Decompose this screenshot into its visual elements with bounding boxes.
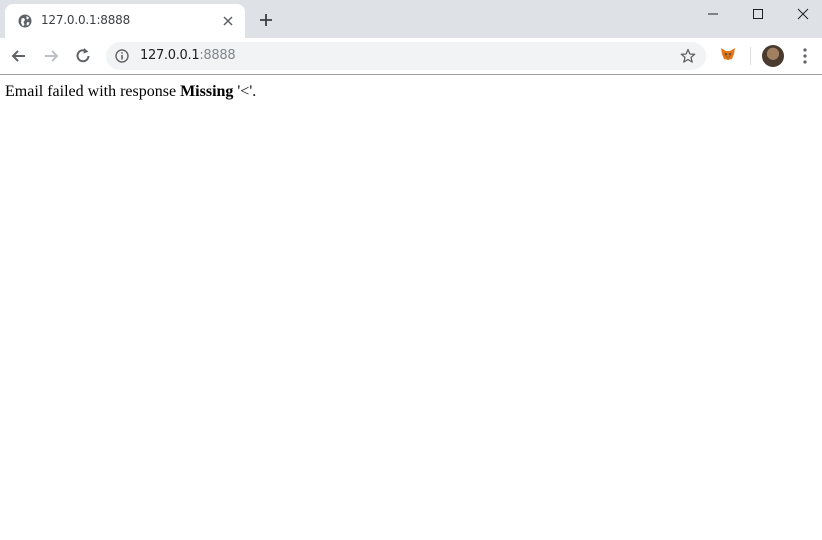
maximize-button[interactable] — [735, 0, 781, 30]
message-prefix: Email failed with response — [5, 83, 181, 100]
toolbar-separator — [750, 47, 751, 65]
url-port: :8888 — [199, 48, 236, 63]
back-arrow-icon[interactable] — [9, 46, 29, 66]
message-suffix: '<'. — [233, 83, 257, 100]
toolbar: 127.0.0.1:8888 — [0, 38, 822, 74]
close-window-button[interactable] — [780, 0, 822, 30]
page-message: Email failed with response Missing '<'. — [5, 83, 256, 101]
address-bar[interactable]: 127.0.0.1:8888 — [106, 42, 706, 70]
tab-title: 127.0.0.1:8888 — [41, 13, 131, 27]
new-tab-plus-icon[interactable] — [258, 12, 274, 28]
close-tab-icon[interactable] — [221, 14, 235, 28]
tab-strip: 127.0.0.1:8888 — [0, 0, 822, 38]
reload-icon[interactable] — [73, 46, 93, 66]
globe-icon — [18, 14, 32, 28]
close-window-icon — [797, 8, 809, 20]
url-host: 127.0.0.1 — [140, 48, 200, 63]
maximize-icon — [753, 9, 763, 19]
message-bold: Missing — [180, 83, 234, 100]
bookmark-star-icon[interactable] — [680, 48, 696, 64]
forward-arrow-icon[interactable] — [41, 46, 61, 66]
url-text: 127.0.0.1:8888 — [140, 48, 236, 63]
site-info-icon[interactable] — [115, 49, 129, 63]
minimize-icon — [708, 13, 718, 15]
fox-extension-icon[interactable] — [720, 46, 736, 62]
profile-avatar[interactable] — [762, 45, 784, 67]
minimize-button[interactable] — [690, 0, 736, 30]
active-tab[interactable]: 127.0.0.1:8888 — [5, 4, 245, 38]
toolbar-divider — [0, 74, 822, 75]
kebab-menu-icon[interactable] — [798, 47, 812, 65]
